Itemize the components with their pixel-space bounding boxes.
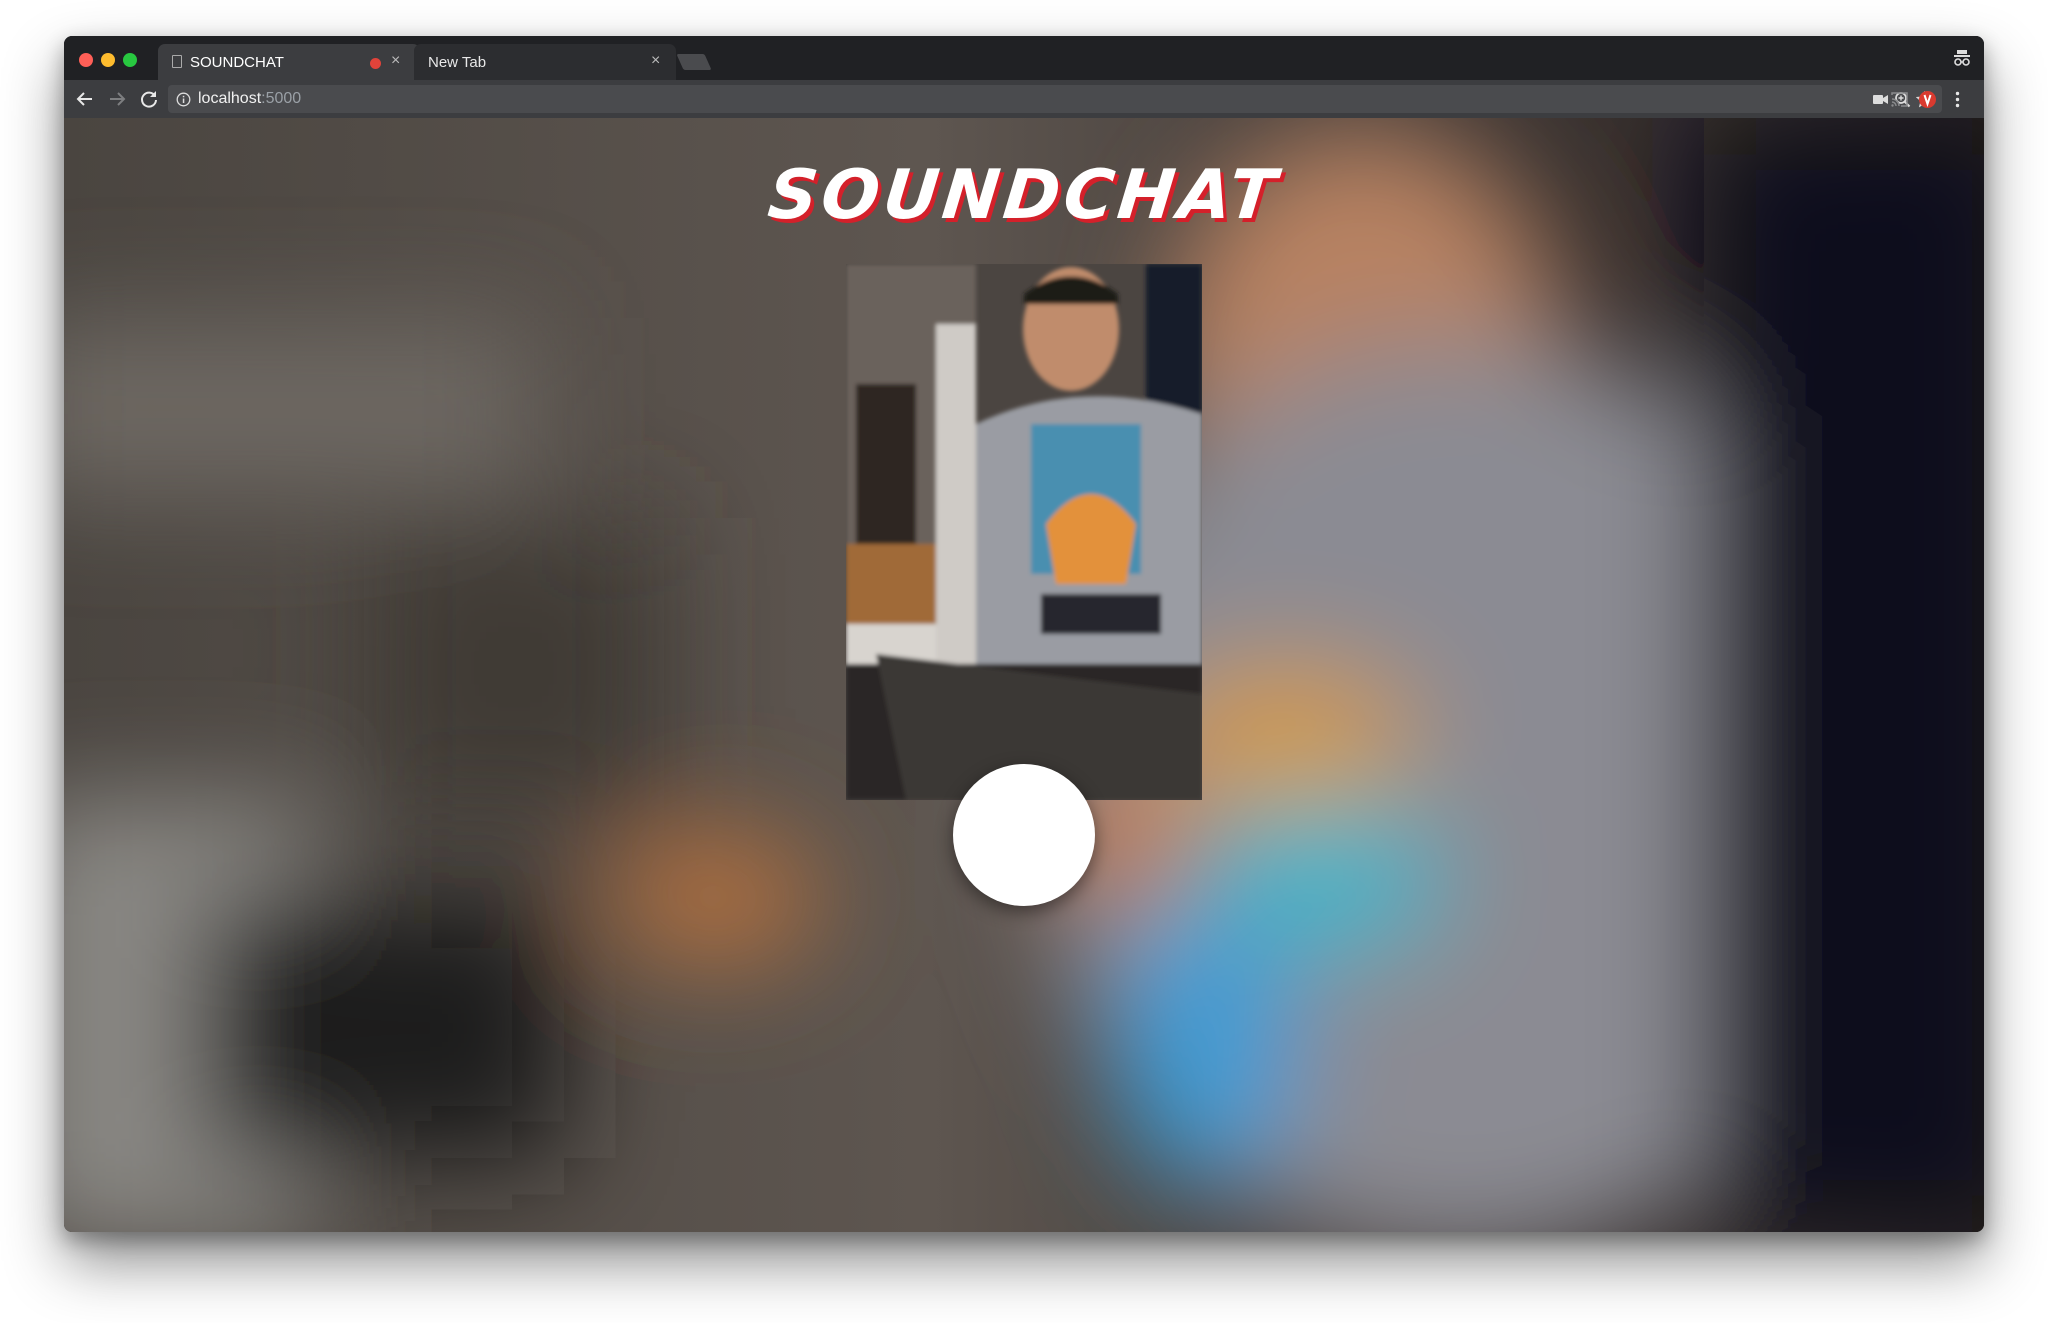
address-bar[interactable]: localhost:5000: [168, 85, 1942, 113]
recording-indicator-icon: [370, 58, 381, 69]
more-menu-icon[interactable]: [1948, 90, 1967, 109]
tab-title: New Tab: [428, 54, 487, 71]
forward-arrow-icon[interactable]: [106, 88, 128, 110]
extension-icon[interactable]: [1918, 90, 1937, 109]
page-content: SOUNDCHAT: [64, 118, 1984, 1232]
new-tab-button[interactable]: [676, 54, 712, 70]
close-window-button[interactable]: [79, 53, 93, 67]
back-arrow-icon[interactable]: [74, 88, 96, 110]
camera-in-use-icon[interactable]: [1872, 91, 1889, 108]
tab-strip: SOUNDCHAT × New Tab ×: [64, 36, 1984, 80]
minimize-window-button[interactable]: [101, 53, 115, 67]
url-port: :5000: [261, 90, 302, 107]
tab-new-tab[interactable]: New Tab ×: [414, 44, 676, 80]
browser-window: SOUNDCHAT × New Tab × localhost:5000 SOU…: [64, 36, 1984, 1232]
tab-soundchat[interactable]: SOUNDCHAT ×: [158, 44, 420, 80]
url-text[interactable]: localhost:5000: [198, 90, 301, 108]
maximize-window-button[interactable]: [123, 53, 137, 67]
incognito-icon: [1954, 50, 1970, 66]
soundchat-logo: SOUNDCHAT: [764, 156, 1284, 235]
browser-toolbar: localhost:5000: [64, 80, 1984, 118]
page-icon: [172, 55, 182, 68]
reload-icon[interactable]: [138, 88, 160, 110]
record-button[interactable]: [953, 764, 1095, 906]
tab-title: SOUNDCHAT: [190, 54, 284, 71]
close-tab-icon[interactable]: ×: [391, 52, 400, 70]
site-info-icon[interactable]: [176, 92, 191, 107]
live-camera-preview: [846, 264, 1202, 800]
cast-icon[interactable]: [1890, 90, 1909, 109]
url-host: localhost: [198, 90, 262, 107]
close-tab-icon[interactable]: ×: [651, 52, 660, 70]
